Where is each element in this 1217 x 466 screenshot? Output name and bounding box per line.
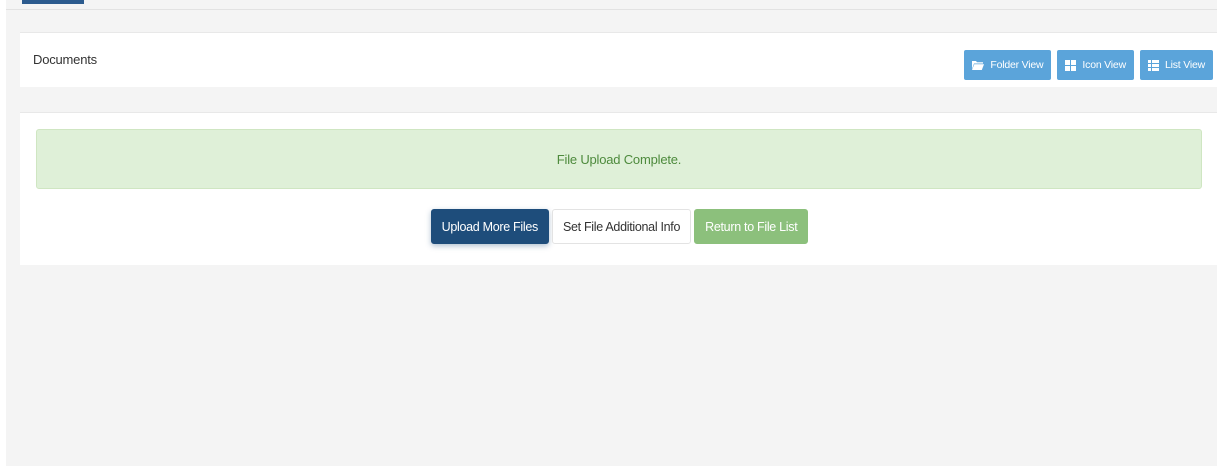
grid-icon	[1065, 59, 1077, 71]
divider	[6, 9, 1217, 10]
view-toggle-group: Folder View Icon View List View	[964, 50, 1213, 80]
list-view-button[interactable]: List View	[1139, 50, 1213, 80]
page-background: Documents Folder View Icon View List Vie…	[6, 0, 1217, 466]
action-buttons: Upload More Files Set File Additional In…	[20, 209, 1217, 244]
alert-message: File Upload Complete.	[556, 151, 682, 167]
page-title: Documents	[33, 52, 97, 67]
return-to-file-list-button[interactable]: Return to File List	[694, 209, 809, 244]
upload-result-panel: File Upload Complete. Upload More Files …	[20, 112, 1217, 265]
upload-more-files-button[interactable]: Upload More Files	[430, 209, 549, 244]
active-tab-indicator	[22, 0, 84, 4]
folder-view-button[interactable]: Folder View	[964, 50, 1052, 80]
documents-header-panel: Documents Folder View Icon View List Vie…	[20, 32, 1217, 87]
list-view-label: List View	[1164, 59, 1205, 71]
list-icon	[1147, 59, 1159, 71]
upload-success-alert: File Upload Complete.	[36, 129, 1202, 189]
folder-icon	[972, 60, 985, 70]
folder-view-label: Folder View	[990, 59, 1044, 71]
set-file-info-button[interactable]: Set File Additional Info	[551, 209, 692, 244]
icon-view-label: Icon View	[1082, 59, 1126, 71]
icon-view-button[interactable]: Icon View	[1057, 50, 1134, 80]
